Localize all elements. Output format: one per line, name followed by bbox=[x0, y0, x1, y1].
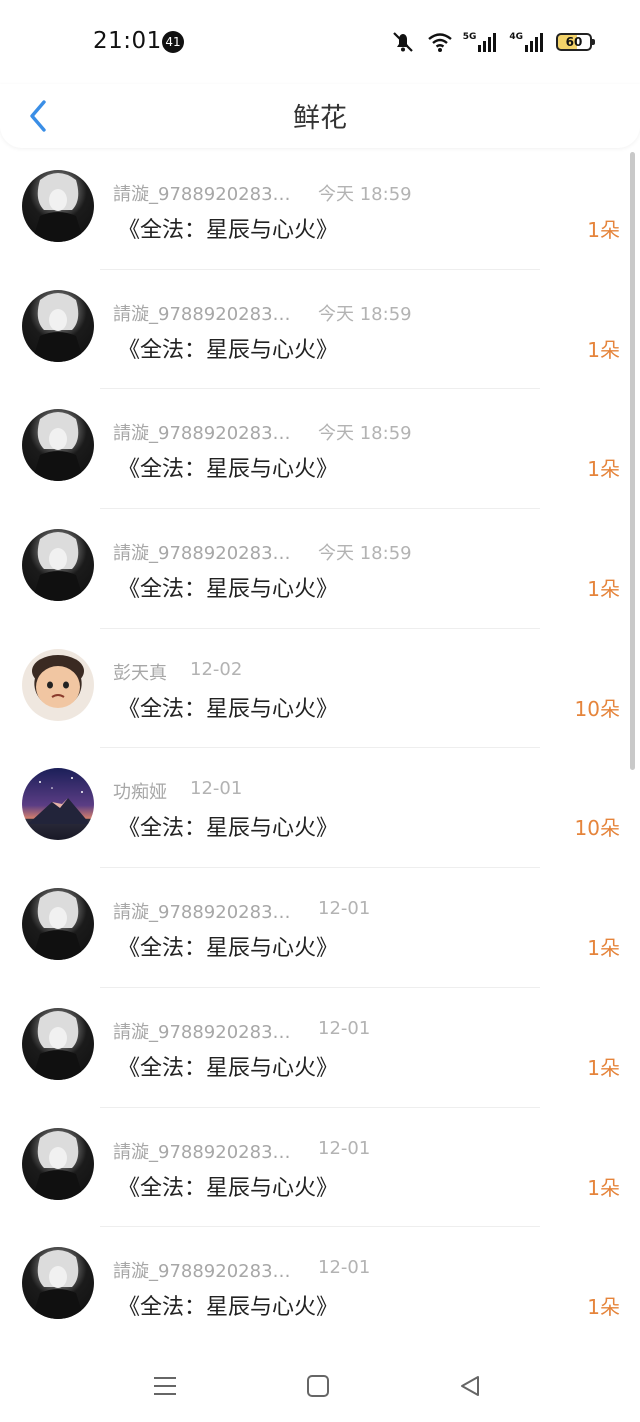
book-title: 《全法：星辰与心火》 bbox=[118, 577, 339, 603]
signal-5g-label: 5G bbox=[462, 32, 477, 42]
status-time: 21:01 bbox=[93, 28, 162, 54]
battery-icon: 60 bbox=[556, 33, 595, 51]
avatar[interactable] bbox=[22, 1007, 94, 1080]
sent-time: 12-01 bbox=[318, 1137, 371, 1159]
sender-name: 功痴娅 bbox=[113, 782, 167, 804]
notification-count-badge: 41 bbox=[162, 31, 184, 53]
system-nav-bar bbox=[0, 1350, 640, 1422]
home-button[interactable] bbox=[298, 1366, 338, 1406]
book-title: 《全法：星辰与心火》 bbox=[118, 816, 339, 842]
app-header: 鲜花 bbox=[0, 84, 640, 148]
status-icons: 5G 4G 60 bbox=[389, 28, 595, 56]
wifi-icon bbox=[427, 31, 453, 53]
avatar[interactable] bbox=[22, 289, 94, 362]
signal-5g-icon: 5G bbox=[463, 31, 500, 53]
flower-count: 1朵 bbox=[587, 1295, 620, 1320]
sent-time: 12-01 bbox=[318, 898, 371, 920]
sender-name: 請漩_9788920283… bbox=[113, 902, 291, 924]
book-title: 《全法：星辰与心火》 bbox=[118, 936, 339, 962]
avatar[interactable] bbox=[22, 529, 94, 602]
sender-name: 請漩_9788920283… bbox=[113, 1021, 291, 1043]
list-item[interactable]: 請漩_9788920283… 12-01 《全法：星辰与心火》 1朵 bbox=[0, 1227, 640, 1347]
sender-name: 彭天真 bbox=[113, 662, 167, 684]
menu-button[interactable] bbox=[145, 1366, 185, 1406]
signal-4g-icon: 4G bbox=[509, 31, 546, 53]
flower-list: 請漩_9788920283… 今天 18:59 《全法：星辰与心火》 1朵 請漩_978… bbox=[0, 150, 640, 1347]
flower-count: 1朵 bbox=[587, 1055, 620, 1080]
book-title: 《全法：星辰与心火》 bbox=[118, 218, 339, 243]
list-item[interactable]: 請漩_9788920283… 12-01 《全法：星辰与心火》 1朵 bbox=[0, 868, 640, 988]
avatar[interactable] bbox=[22, 768, 94, 841]
book-title: 《全法：星辰与心火》 bbox=[118, 457, 339, 483]
sent-time: 12-02 bbox=[190, 658, 243, 680]
sent-time: 今天 18:59 bbox=[318, 543, 412, 565]
sent-time: 12-01 bbox=[190, 778, 243, 800]
signal-4g-label: 4G bbox=[509, 32, 523, 42]
sender-name: 請漩_9788920283… bbox=[113, 543, 291, 565]
book-title: 《全法：星辰与心火》 bbox=[118, 1295, 339, 1321]
system-back-button[interactable] bbox=[450, 1366, 490, 1406]
list-item[interactable]: 請漩_9788920283… 今天 18:59 《全法：星辰与心火》 1朵 bbox=[0, 150, 640, 270]
sender-name: 請漩_9788920283… bbox=[113, 1261, 291, 1283]
flower-count: 1朵 bbox=[587, 936, 620, 961]
flower-count: 1朵 bbox=[587, 218, 620, 242]
flower-count: 10朵 bbox=[574, 816, 620, 841]
sent-time: 今天 18:59 bbox=[318, 184, 412, 205]
book-title: 《全法：星辰与心火》 bbox=[118, 1175, 339, 1201]
avatar[interactable] bbox=[22, 409, 94, 482]
flower-count: 1朵 bbox=[587, 577, 620, 602]
sent-time: 今天 18:59 bbox=[318, 423, 412, 445]
bell-muted-icon bbox=[389, 30, 417, 54]
menu-icon bbox=[154, 1377, 176, 1395]
list-item[interactable]: 請漩_9788920283… 今天 18:59 《全法：星辰与心火》 1朵 bbox=[0, 270, 640, 390]
avatar[interactable] bbox=[22, 170, 94, 242]
avatar[interactable] bbox=[22, 888, 94, 961]
list-item[interactable]: 請漩_9788920283… 今天 18:59 《全法：星辰与心火》 1朵 bbox=[0, 509, 640, 629]
list-item[interactable]: 請漩_9788920283… 今天 18:59 《全法：星辰与心火》 1朵 bbox=[0, 389, 640, 510]
sent-time: 12-01 bbox=[318, 1257, 371, 1279]
flower-count: 1朵 bbox=[587, 1175, 620, 1200]
list-item[interactable]: 請漩_9788920283… 12-01 《全法：星辰与心火》 1朵 bbox=[0, 988, 640, 1108]
home-square-icon bbox=[307, 1375, 329, 1397]
sender-name: 請漩_9788920283… bbox=[113, 423, 291, 445]
flower-count: 1朵 bbox=[587, 457, 620, 482]
flower-count: 1朵 bbox=[587, 337, 620, 362]
sender-name: 請漩_9788920283… bbox=[113, 184, 291, 205]
list-item[interactable]: 彭天真 12-02 《全法：星辰与心火》 10朵 bbox=[0, 629, 640, 749]
flower-count: 10朵 bbox=[574, 696, 620, 721]
avatar[interactable] bbox=[22, 648, 94, 721]
sender-name: 請漩_9788920283… bbox=[113, 303, 291, 325]
status-bar: 21:01 41 5G 4G 60 bbox=[0, 0, 640, 84]
sender-name: 請漩_9788920283… bbox=[113, 1141, 291, 1163]
book-title: 《全法：星辰与心火》 bbox=[118, 1055, 339, 1081]
book-title: 《全法：星辰与心火》 bbox=[118, 696, 339, 722]
avatar[interactable] bbox=[22, 1127, 94, 1200]
book-title: 《全法：星辰与心火》 bbox=[118, 337, 339, 363]
scrollbar[interactable] bbox=[630, 152, 635, 770]
battery-level: 60 bbox=[565, 35, 583, 49]
back-triangle-icon bbox=[461, 1376, 479, 1396]
sent-time: 今天 18:59 bbox=[318, 303, 412, 325]
list-item[interactable]: 請漩_9788920283… 12-01 《全法：星辰与心火》 1朵 bbox=[0, 1108, 640, 1228]
page-title: 鲜花 bbox=[293, 103, 347, 134]
avatar[interactable] bbox=[22, 1247, 94, 1320]
list-item[interactable]: 功痴娅 12-01 《全法：星辰与心火》 10朵 bbox=[0, 748, 640, 869]
sent-time: 12-01 bbox=[318, 1017, 371, 1039]
